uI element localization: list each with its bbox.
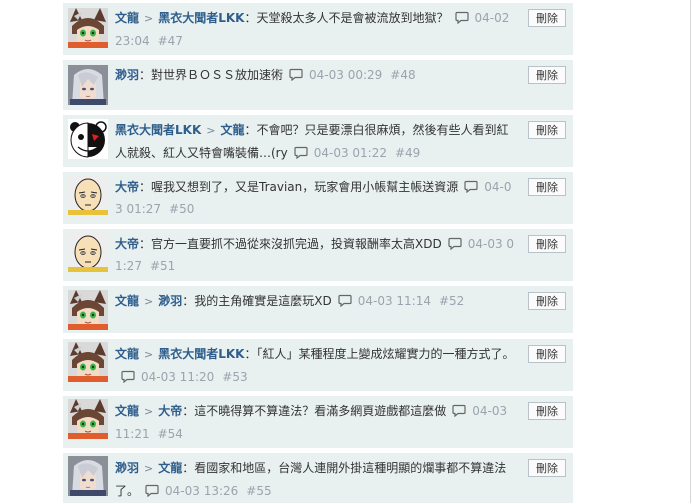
delete-button[interactable]: 刪除	[528, 66, 566, 84]
reply-bubble-icon[interactable]	[338, 292, 352, 308]
delete-button[interactable]: 刪除	[528, 345, 566, 363]
reply-to-link[interactable]: 渺羽	[158, 294, 182, 308]
reply-bubble-icon[interactable]	[448, 235, 462, 251]
reply-bubble-icon[interactable]	[452, 402, 466, 418]
comment-author-link[interactable]: 大帝	[115, 180, 139, 194]
reply-bubble-icon[interactable]	[145, 482, 159, 498]
delete-button[interactable]: 刪除	[528, 9, 566, 27]
page-border-line	[690, 0, 691, 503]
reply-bubble-icon[interactable]	[454, 9, 469, 25]
delete-button[interactable]: 刪除	[528, 292, 566, 310]
comment-author-link[interactable]: 文龍	[115, 347, 139, 361]
avatar-silver-hair-character[interactable]	[68, 65, 108, 105]
comment-text: ：這不曉得算不算違法？看滿多網頁遊戲都這麼做	[182, 404, 447, 418]
comment-row: 大帝：喔我又想到了，又是Travian，玩家會用小帳幫主帳送資源 04-03 01…	[63, 172, 573, 224]
comment-time: 04-03 01:22	[313, 146, 387, 160]
delete-button[interactable]: 刪除	[528, 459, 566, 477]
comment-time: 04-03 00:29	[309, 68, 383, 82]
reply-arrow-icon: >	[144, 405, 154, 418]
comment-time: 04-03 11:20	[141, 370, 215, 384]
avatar-anime-cat-girl[interactable]	[68, 399, 108, 439]
avatar-anime-cat-girl[interactable]	[68, 8, 108, 48]
reply-arrow-icon: >	[144, 348, 154, 361]
comment-text: ：官方一直要抓不過從來沒抓完過，投資報酬率太高XDD	[139, 237, 442, 251]
comment-author-link[interactable]: 渺羽	[115, 461, 139, 475]
comment-row: 文龍 > 黑衣大聞者LKK：「紅人」某種程度上變成炫耀實力的一種方式了。 04-03 …	[63, 339, 573, 391]
floor-number-link[interactable]: #50	[169, 202, 194, 216]
comment-author-link[interactable]: 黑衣大聞者LKK	[115, 123, 201, 137]
delete-button[interactable]: 刪除	[528, 402, 566, 420]
comment-row: 渺羽 > 文龍：看國家和地區，台灣人連開外掛這種明顯的爛事都不算違法了。 04-03 …	[63, 453, 573, 503]
comment-text: ：「紅人」某種程度上變成炫耀實力的一種方式了。	[244, 347, 515, 361]
comment-author-link[interactable]: 文龍	[115, 404, 139, 418]
reply-arrow-icon: >	[144, 295, 154, 308]
floor-number-link[interactable]: #48	[390, 68, 415, 82]
reply-bubble-icon[interactable]	[121, 368, 135, 384]
comment-time: 04-03 11:14	[357, 294, 431, 308]
delete-button[interactable]: 刪除	[528, 178, 566, 196]
floor-number-link[interactable]: #54	[158, 427, 183, 441]
comment-row: 文龍 > 黑衣大聞者LKK：天堂殺太多人不是會被流放到地獄？ 04-02 23:04 #…	[63, 3, 573, 55]
reply-bubble-icon[interactable]	[294, 144, 308, 160]
reply-bubble-icon[interactable]	[289, 66, 303, 82]
comment-content: 文龍 > 大帝：這不曉得算不算違法？看滿多網頁遊戲都這麼做 04-03 11:21 #5…	[115, 400, 515, 445]
avatar-anime-cat-girl[interactable]	[68, 290, 108, 330]
comment-row: 文龍 > 大帝：這不曉得算不算違法？看滿多網頁遊戲都這麼做 04-03 11:21 #5…	[63, 396, 573, 448]
comment-content: 渺羽：對世界ＢＯＳＳ放加速術 04-03 00:29 #48	[115, 64, 515, 86]
delete-button[interactable]: 刪除	[528, 121, 566, 139]
reply-to-link[interactable]: 黑衣大聞者LKK	[158, 347, 244, 361]
avatar-bald-hero[interactable]	[68, 232, 108, 272]
comment-row: 黑衣大聞者LKK > 文龍：不會吧？只是要漂白很麻煩，然後有些人看到紅人就殺、紅人又…	[63, 115, 573, 167]
comment-text: ：喔我又想到了，又是Travian，玩家會用小帳幫主帳送資源	[139, 180, 459, 194]
floor-number-link[interactable]: #53	[222, 370, 247, 384]
reply-to-link[interactable]: 文龍	[158, 461, 182, 475]
floor-number-link[interactable]: #49	[395, 146, 420, 160]
reply-arrow-icon: >	[206, 124, 216, 137]
comment-content: 渺羽 > 文龍：看國家和地區，台灣人連開外掛這種明顯的爛事都不算違法了。 04-03 …	[115, 457, 515, 502]
comment-text: ：對世界ＢＯＳＳ放加速術	[139, 68, 284, 82]
floor-number-link[interactable]: #47	[158, 34, 183, 48]
comment-author-link[interactable]: 渺羽	[115, 68, 139, 82]
comment-row: 大帝：官方一直要抓不過從來沒抓完過，投資報酬率太高XDD 04-03 01:27 #…	[63, 229, 573, 281]
comment-content: 文龍 > 渺羽：我的主角確實是這麼玩XD 04-03 11:14 #52	[115, 290, 515, 313]
comment-content: 文龍 > 黑衣大聞者LKK：「紅人」某種程度上變成炫耀實力的一種方式了。 04-03 …	[115, 343, 515, 388]
comment-author-link[interactable]: 文龍	[115, 11, 139, 25]
comment-content: 大帝：喔我又想到了，又是Travian，玩家會用小帳幫主帳送資源 04-03 01…	[115, 176, 515, 220]
floor-number-link[interactable]: #55	[246, 484, 271, 498]
comment-row: 渺羽：對世界ＢＯＳＳ放加速術 04-03 00:29 #48 刪除	[63, 60, 573, 110]
reply-to-link[interactable]: 黑衣大聞者LKK	[158, 11, 244, 25]
floor-number-link[interactable]: #52	[439, 294, 464, 308]
reply-to-link[interactable]: 大帝	[158, 404, 182, 418]
comment-row: 文龍 > 渺羽：我的主角確實是這麼玩XD 04-03 11:14 #52 刪除	[63, 286, 573, 333]
comment-text: ：天堂殺太多人不是會被流放到地獄？	[244, 11, 449, 25]
comment-content: 文龍 > 黑衣大聞者LKK：天堂殺太多人不是會被流放到地獄？ 04-02 23:04 #…	[115, 7, 515, 52]
avatar-anime-cat-girl[interactable]	[68, 342, 108, 382]
avatar-bald-hero[interactable]	[68, 175, 108, 215]
comment-text: ：我的主角確實是這麼玩XD	[182, 294, 332, 308]
comment-time: 04-03 13:26	[165, 484, 239, 498]
reply-bubble-icon[interactable]	[464, 178, 478, 194]
reply-arrow-icon: >	[144, 462, 154, 475]
reply-to-link[interactable]: 文龍	[220, 123, 244, 137]
comment-content: 大帝：官方一直要抓不過從來沒抓完過，投資報酬率太高XDD 04-03 01:27 #…	[115, 233, 515, 277]
comment-content: 黑衣大聞者LKK > 文龍：不會吧？只是要漂白很麻煩，然後有些人看到紅人就殺、紅人又…	[115, 119, 515, 164]
comment-author-link[interactable]: 文龍	[115, 294, 139, 308]
delete-button[interactable]: 刪除	[528, 235, 566, 253]
floor-number-link[interactable]: #51	[150, 259, 175, 273]
avatar-monokuma[interactable]	[68, 119, 108, 159]
avatar-silver-hair-character[interactable]	[68, 456, 108, 496]
comment-author-link[interactable]: 大帝	[115, 237, 139, 251]
reply-arrow-icon: >	[144, 12, 154, 25]
